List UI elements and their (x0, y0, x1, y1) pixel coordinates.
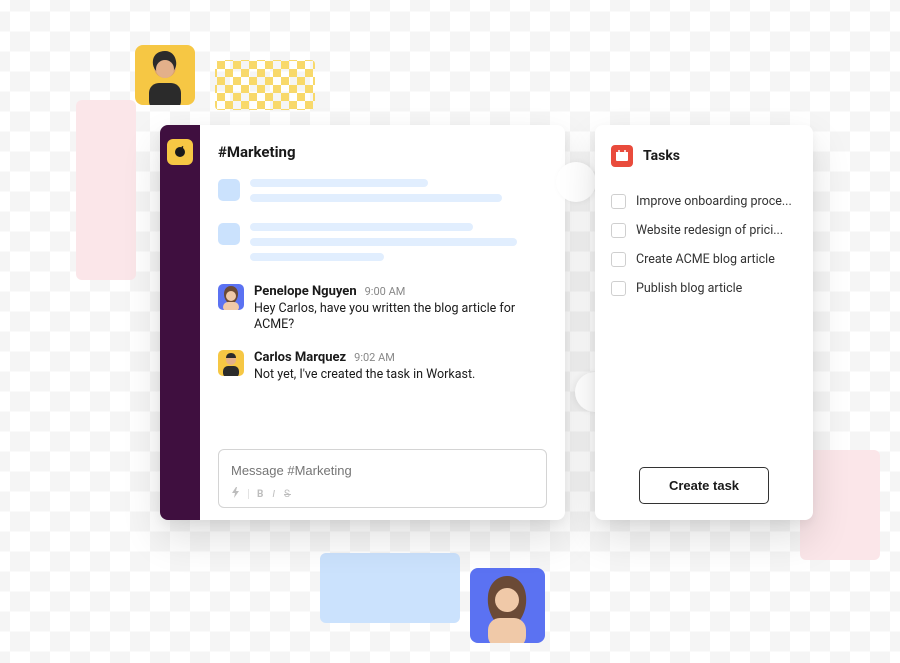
task-item[interactable]: Publish blog article (611, 274, 797, 303)
task-checkbox[interactable] (611, 223, 626, 238)
message-placeholder (218, 179, 547, 209)
avatar (470, 568, 545, 643)
message-author[interactable]: Carlos Marquez (254, 350, 346, 365)
chat-sidebar (160, 125, 200, 520)
chat-panel: #Marketing Penelope Nguyen (160, 125, 565, 520)
tasks-title: Tasks (643, 148, 680, 164)
chat-message: Carlos Marquez 9:02 AM Not yet, I've cre… (218, 350, 547, 383)
message-time: 9:02 AM (354, 351, 395, 364)
decorative-block (215, 60, 315, 110)
task-item[interactable]: Improve onboarding proce... (611, 187, 797, 216)
channel-title[interactable]: #Marketing (218, 143, 547, 161)
task-item[interactable]: Website redesign of prici... (611, 216, 797, 245)
message-text: Not yet, I've created the task in Workas… (254, 367, 547, 383)
task-label: Improve onboarding proce... (636, 194, 792, 209)
tasks-icon (611, 145, 633, 167)
task-checkbox[interactable] (611, 252, 626, 267)
workspace-icon[interactable] (167, 139, 193, 165)
format-toolbar: B I S (231, 487, 534, 501)
tasks-panel: Tasks Improve onboarding proce... Websit… (595, 125, 813, 520)
create-task-button[interactable]: Create task (639, 467, 769, 504)
message-time: 9:00 AM (365, 285, 406, 298)
task-label: Publish blog article (636, 281, 742, 296)
task-item[interactable]: Create ACME blog article (611, 245, 797, 274)
message-text: Hey Carlos, have you written the blog ar… (254, 301, 547, 334)
message-composer[interactable]: B I S (218, 449, 547, 508)
decorative-block (76, 100, 136, 280)
task-label: Website redesign of prici... (636, 223, 783, 238)
avatar (218, 350, 244, 376)
avatar (218, 284, 244, 310)
message-author[interactable]: Penelope Nguyen (254, 284, 357, 299)
avatar (135, 45, 195, 105)
task-label: Create ACME blog article (636, 252, 775, 267)
chat-message: Penelope Nguyen 9:00 AM Hey Carlos, have… (218, 284, 547, 334)
italic-button[interactable]: I (272, 489, 276, 500)
strikethrough-button[interactable]: S (284, 489, 291, 500)
task-checkbox[interactable] (611, 194, 626, 209)
message-placeholder (218, 223, 547, 268)
puzzle-connector-icon (556, 162, 596, 202)
decorative-block (320, 553, 460, 623)
bold-button[interactable]: B (257, 489, 264, 500)
lightning-icon[interactable] (231, 487, 240, 501)
task-checkbox[interactable] (611, 281, 626, 296)
message-input[interactable] (231, 463, 534, 478)
